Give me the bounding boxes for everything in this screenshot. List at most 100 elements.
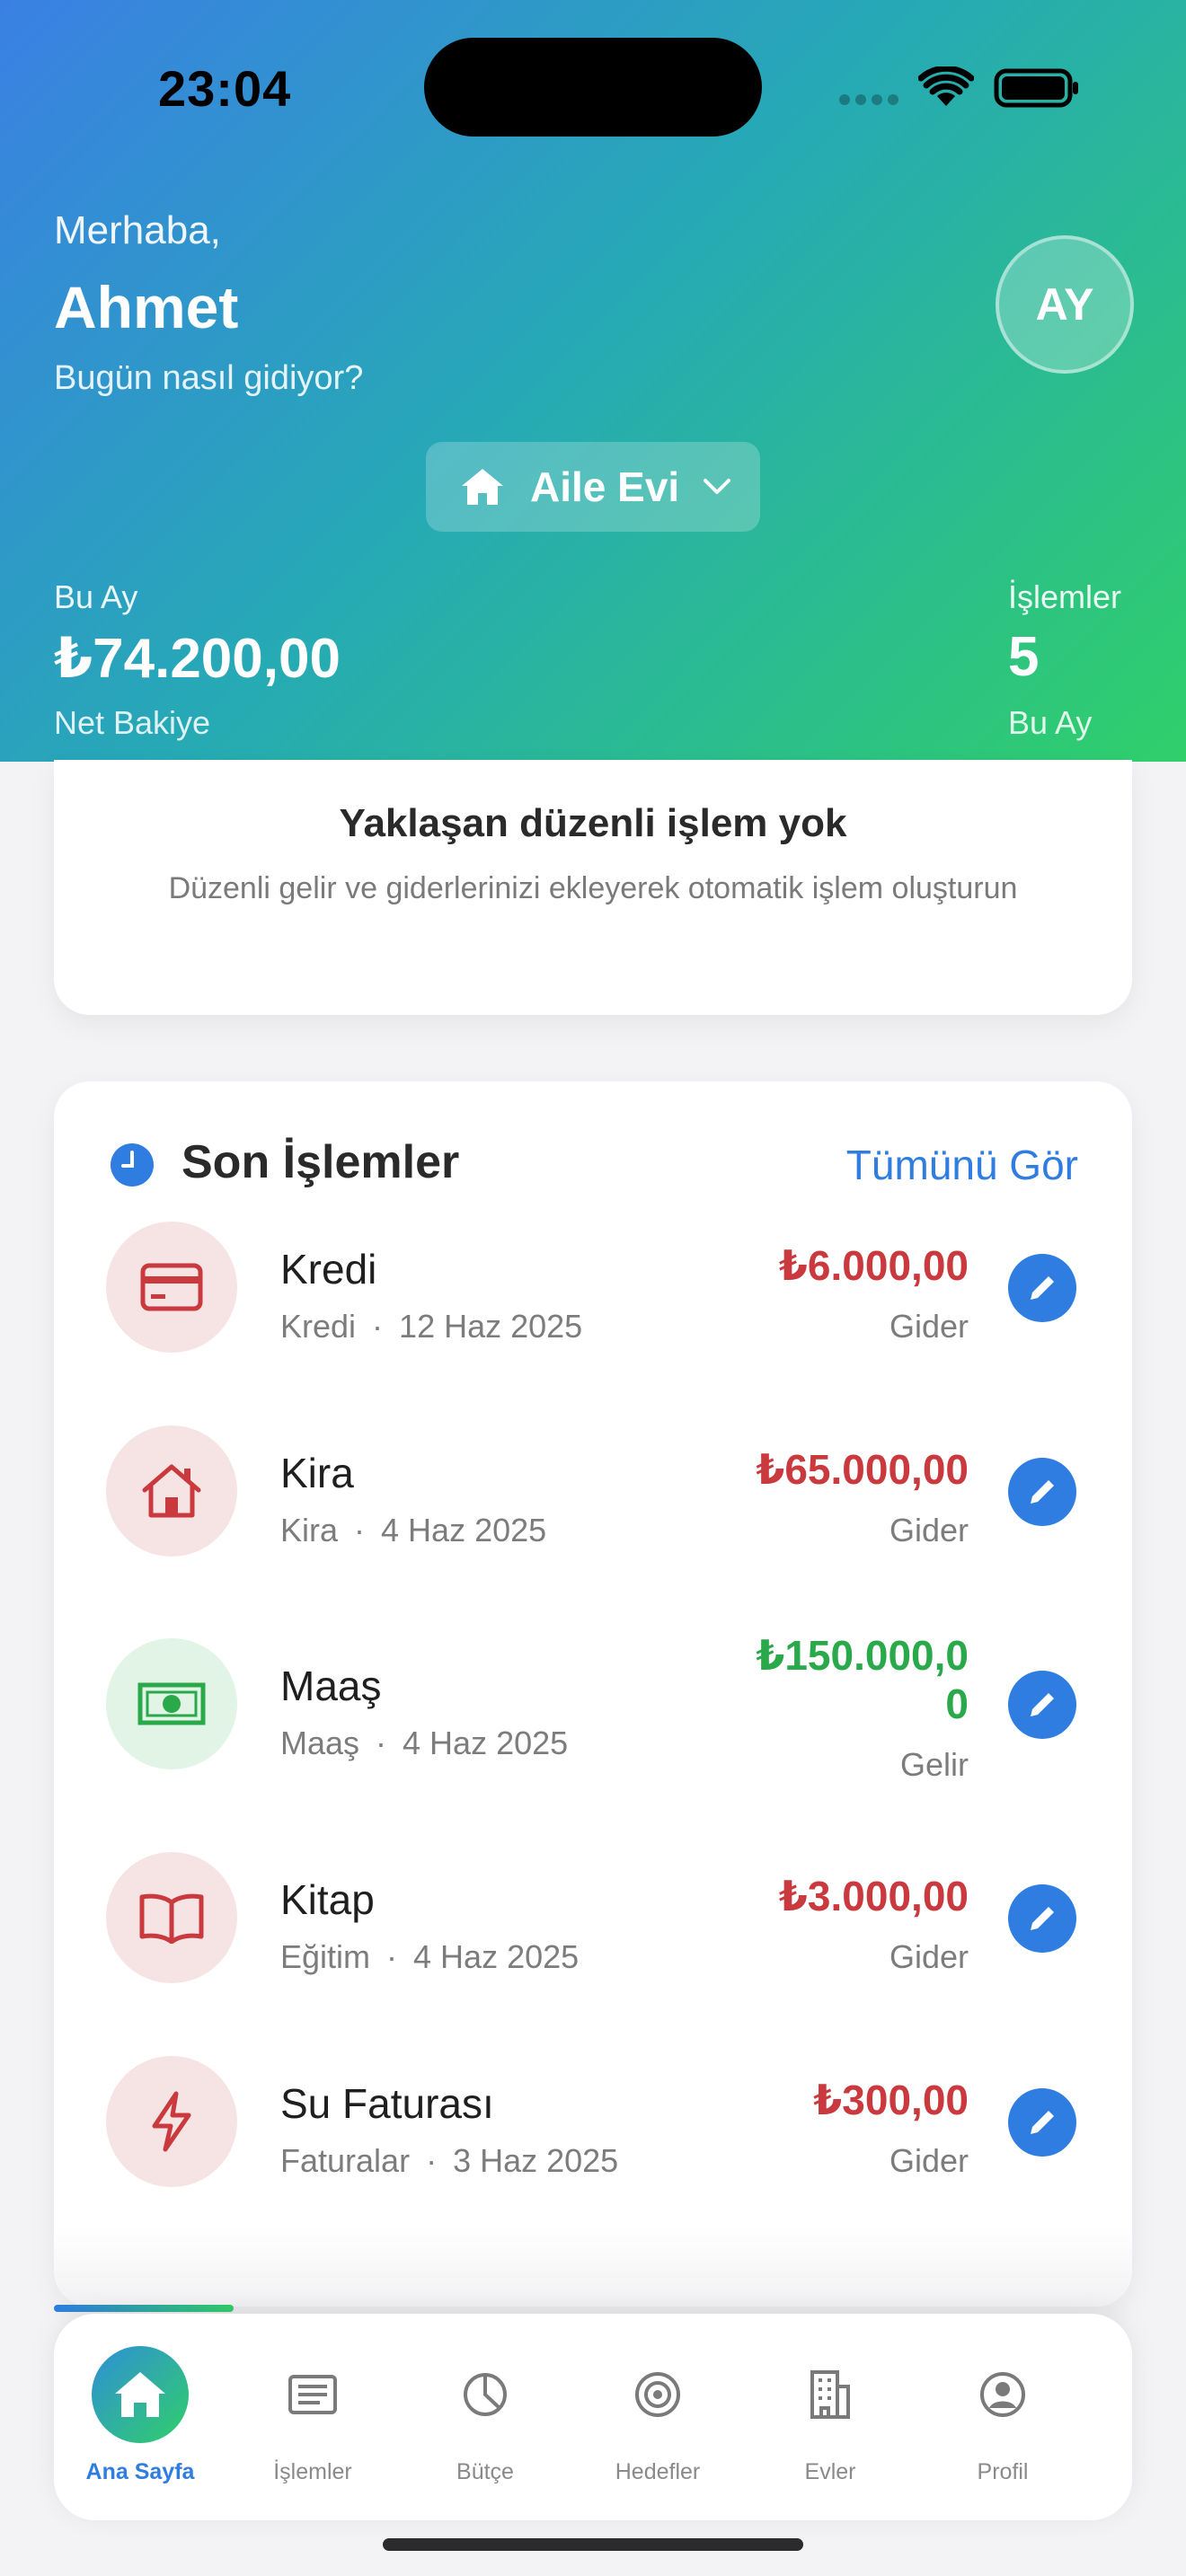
transaction-category: Kira: [280, 1512, 339, 1548]
nav-label: Bütçe: [456, 2459, 514, 2484]
bottom-nav: Ana Sayfa İşlemler Bütçe Hedefler Evler …: [54, 2314, 1132, 2520]
home-icon: [115, 2372, 165, 2417]
transaction-meta: Eğitim · 4 Haz 2025: [280, 1938, 580, 1975]
recent-transactions-card: Son İşlemler Tümünü Gör Kredi Kredi · 12 H…: [54, 1081, 1132, 2307]
chevron-down-icon: [704, 479, 731, 494]
transaction-icon: [106, 1852, 237, 1983]
nav-icon-bg: [609, 2346, 706, 2443]
scroll-fade: [54, 2226, 1132, 2307]
nav-icon-bg: [782, 2346, 879, 2443]
transaction-meta: Kira · 4 Haz 2025: [280, 1512, 547, 1548]
transaction-amount: ₺3.000,00: [778, 1873, 969, 1919]
upcoming-recurring-card: Yaklaşan düzenli işlem yok Düzenli gelir…: [54, 760, 1132, 1015]
nav-item-homes[interactable]: Evler: [744, 2314, 916, 2520]
transaction-name: Su Faturası: [280, 2080, 494, 2127]
building-icon: [810, 2370, 850, 2419]
upcoming-description: Düzenli gelir ve giderlerinizi ekleyerek…: [168, 871, 1018, 905]
edit-transaction-button[interactable]: [1008, 1458, 1076, 1526]
pencil-icon: [1031, 1276, 1054, 1300]
user-name: Ahmet: [54, 274, 239, 340]
edit-transaction-button[interactable]: [1008, 2088, 1076, 2157]
transaction-category: Eğitim: [280, 1938, 371, 1975]
transaction-date: 4 Haz 2025: [381, 1512, 547, 1548]
list-icon: [288, 2375, 337, 2414]
transaction-name: Maaş: [280, 1663, 382, 1709]
transaction-row[interactable]: Su Faturası Faturalar · 3 Haz 2025 ₺300,00…: [54, 2056, 1132, 2236]
nav-item-transactions[interactable]: İşlemler: [226, 2314, 399, 2520]
edit-transaction-button[interactable]: [1008, 1671, 1076, 1739]
greeting-subtitle: Bugün nasıl gidiyor?: [54, 359, 364, 397]
nav-item-home[interactable]: Ana Sayfa: [54, 2314, 226, 2520]
header: 23:04 Merhaba, Ahmet Bugün nasıl gidiyor…: [0, 0, 1186, 762]
banknote-icon: [137, 1682, 206, 1725]
transaction-amount: ₺300,00: [813, 2077, 969, 2123]
edit-transaction-button[interactable]: [1008, 1884, 1076, 1953]
pencil-icon: [1031, 1480, 1054, 1504]
nav-icon-bg: [264, 2346, 361, 2443]
see-all-link[interactable]: Tümünü Gör: [846, 1141, 1078, 1189]
battery-icon: [994, 68, 1078, 108]
transaction-row[interactable]: Maaş Maaş · 4 Haz 2025 ₺150.000,00 Gelir: [54, 1632, 1132, 1818]
lightning-icon: [152, 2091, 191, 2152]
home-selector[interactable]: Aile Evi: [426, 442, 760, 532]
nav-item-goals[interactable]: Hedefler: [571, 2314, 744, 2520]
recent-title: Son İşlemler: [181, 1136, 460, 1188]
transactions-label: İşlemler: [1008, 578, 1122, 615]
transaction-row[interactable]: Kredi Kredi · 12 Haz 2025 ₺6.000,00 Gider: [54, 1222, 1132, 1401]
transaction-name: Kredi: [280, 1246, 377, 1292]
transaction-amount: ₺6.000,00: [778, 1242, 969, 1289]
nav-item-budget[interactable]: Bütçe: [399, 2314, 571, 2520]
transaction-row[interactable]: Kitap Eğitim · 4 Haz 2025 ₺3.000,00 Gider: [54, 1852, 1132, 2032]
transaction-amount: ₺65.000,00: [756, 1446, 969, 1493]
transaction-meta: Faturalar · 3 Haz 2025: [280, 2142, 619, 2179]
pencil-icon: [1031, 2111, 1054, 2134]
nav-label: Hedefler: [615, 2459, 701, 2484]
transaction-amount: ₺150.000,00: [756, 1632, 969, 1727]
pencil-icon: [1031, 1693, 1054, 1716]
transaction-icon: [106, 1222, 237, 1353]
nav-item-profile[interactable]: Profil: [916, 2314, 1089, 2520]
nav-label: Ana Sayfa: [85, 2459, 195, 2484]
wifi-icon: [918, 66, 974, 106]
dynamic-island: [424, 38, 762, 137]
transaction-row[interactable]: Kira Kira · 4 Haz 2025 ₺65.000,00 Gider: [54, 1425, 1132, 1605]
transaction-date: 4 Haz 2025: [413, 1938, 580, 1975]
house-icon: [462, 469, 503, 505]
transactions-count: 5: [1008, 626, 1040, 688]
status-icons: [839, 66, 1082, 108]
greeting-text: Merhaba,: [54, 208, 221, 252]
transaction-name: Kira: [280, 1450, 354, 1496]
transaction-icon: [106, 1425, 237, 1557]
transaction-type: Gider: [889, 1308, 969, 1345]
transaction-date: 3 Haz 2025: [453, 2142, 619, 2179]
transaction-meta: Kredi · 12 Haz 2025: [280, 1308, 583, 1345]
nav-label: İşlemler: [273, 2459, 352, 2484]
nav-label: Evler: [804, 2459, 856, 2484]
pencil-icon: [1031, 1907, 1054, 1930]
recent-header: Son İşlemler Tümünü Gör: [54, 1081, 1132, 1243]
nav-label: Profil: [977, 2459, 1029, 2484]
scroll-indicator: [54, 2305, 234, 2312]
net-balance: ₺74.200,00: [54, 628, 341, 690]
nav-icon-bg: [92, 2346, 189, 2443]
profile-icon: [980, 2372, 1025, 2417]
transaction-category: Maaş: [280, 1725, 360, 1761]
home-indicator[interactable]: [383, 2538, 803, 2551]
nav-icon-bg: [954, 2346, 1051, 2443]
transaction-type: Gelir: [899, 1746, 969, 1783]
transaction-meta: Maaş · 4 Haz 2025: [280, 1725, 569, 1761]
transaction-category: Kredi: [280, 1308, 357, 1345]
credit-card-icon: [140, 1263, 203, 1311]
book-icon: [139, 1893, 204, 1944]
upcoming-title: Yaklaşan düzenli işlem yok: [339, 801, 847, 845]
transaction-type: Gider: [889, 1938, 969, 1975]
house-icon: [142, 1464, 201, 1518]
avatar[interactable]: AY: [996, 235, 1134, 374]
transactions-period: Bu Ay: [1008, 704, 1093, 741]
status-time: 23:04: [158, 60, 292, 117]
edit-transaction-button[interactable]: [1008, 1254, 1076, 1322]
pie-chart-icon: [464, 2373, 507, 2416]
transaction-date: 4 Haz 2025: [403, 1725, 569, 1761]
transaction-icon: [106, 1638, 237, 1769]
transaction-date: 12 Haz 2025: [399, 1308, 583, 1345]
